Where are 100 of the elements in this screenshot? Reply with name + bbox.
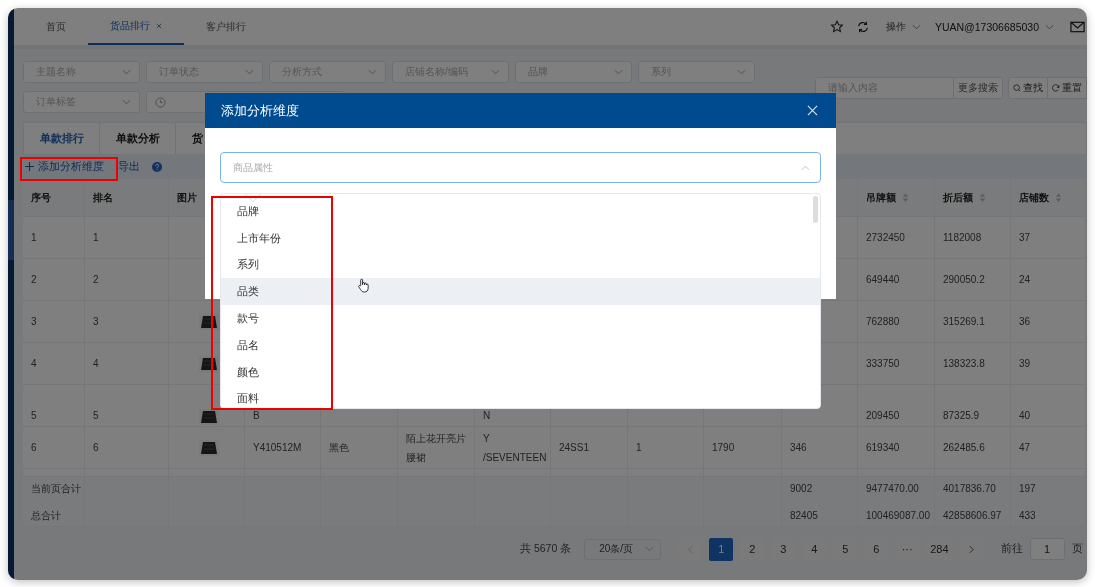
total-cell-text: 197: [1019, 481, 1036, 496]
table-cell: 1: [85, 217, 169, 259]
total-cell-text: 总合计: [31, 508, 61, 523]
table-cell: 4: [23, 343, 85, 385]
column-header: 吊牌额: [866, 191, 896, 205]
table-cell: Y410512M: [245, 427, 321, 469]
sort-icon[interactable]: [979, 192, 986, 203]
add-dimension-button[interactable]: 添加分析维度: [23, 159, 106, 174]
table-cell: 3: [23, 301, 85, 343]
reset-button[interactable]: 重置: [1048, 77, 1087, 99]
help-icon[interactable]: [152, 161, 162, 172]
table-cell: 346: [782, 427, 858, 469]
dropdown-option[interactable]: 品名: [221, 332, 820, 359]
caret-icon: [368, 69, 377, 75]
table-cell: 5: [85, 385, 169, 427]
star-icon[interactable]: [829, 19, 844, 34]
table-cell: 138323.8: [935, 343, 1011, 385]
caret-icon: [645, 546, 655, 552]
table-cell: 47: [1011, 427, 1086, 469]
more-search-button[interactable]: 更多搜索: [954, 77, 1003, 99]
user-menu[interactable]: YUAN@17306685030: [934, 20, 1039, 33]
total-cell-text: 当前页合计: [31, 481, 81, 496]
table-cell: 1: [23, 217, 85, 259]
column-header: 折后额: [943, 191, 973, 205]
attribute-select[interactable]: 商品属性: [220, 152, 821, 183]
table-cell: 2: [85, 259, 169, 301]
dropdown-option[interactable]: 品牌: [221, 198, 820, 225]
clock-icon: [155, 96, 166, 108]
table-cell: 黑色: [321, 427, 398, 469]
table-cell: 315269.1: [935, 301, 1011, 343]
table-cell: 24: [1011, 259, 1086, 301]
caret-icon: [614, 69, 623, 75]
table-cell: 2732450: [858, 217, 935, 259]
dropdown-option[interactable]: 品类: [221, 278, 820, 306]
table-cell: 36: [1011, 301, 1086, 343]
dropdown-option[interactable]: 款号: [221, 305, 820, 332]
actions-menu[interactable]: 操作: [885, 19, 906, 34]
caret-icon: [801, 164, 810, 171]
total-cell-text: 433: [1019, 508, 1036, 523]
hand-cursor-icon: [357, 278, 370, 293]
page-button[interactable]: 1: [709, 537, 734, 561]
caret-icon: [122, 69, 131, 75]
caret-icon: [911, 23, 921, 30]
chevron-right-icon: [969, 544, 975, 554]
total-cell-text: 9477470.00: [866, 481, 919, 496]
table-cell: 262485.6: [935, 427, 1011, 469]
table-cell: 290050.2: [935, 259, 1011, 301]
table-cell: 2: [23, 259, 85, 301]
table-cell: 5: [23, 385, 85, 427]
table-cell: 1: [628, 427, 704, 469]
table-cell: 762880: [858, 301, 935, 343]
table-cell: 4: [85, 343, 169, 385]
column-header: 图片: [177, 191, 197, 205]
table-cell: 24SS1: [551, 427, 628, 469]
page-tab[interactable]: 客户排行: [184, 8, 268, 45]
table-cell: 649440: [858, 259, 935, 301]
export-button[interactable]: 导出: [116, 159, 142, 174]
caret-icon: [491, 69, 500, 75]
total-cell-text: 9002: [790, 481, 813, 496]
search-icon: [1013, 84, 1021, 92]
table-cell: 333750: [858, 343, 935, 385]
table-cell: 陌上花开亮片腰裙: [398, 427, 475, 469]
mail-icon[interactable]: [1070, 20, 1085, 33]
table-cell: 39: [1011, 343, 1086, 385]
table-cell: 87325.9: [935, 385, 1011, 427]
dropdown-option[interactable]: 上市年份: [221, 224, 820, 252]
page-size-select[interactable]: 20条/页: [584, 538, 662, 560]
sort-icon[interactable]: [1055, 192, 1062, 203]
caret-icon: [122, 99, 131, 105]
caret-icon: [737, 69, 746, 75]
table-cell: Y /SEVENTEEN: [475, 427, 551, 469]
refresh-icon[interactable]: [855, 19, 870, 34]
table-cell: 1790: [704, 427, 782, 469]
search-button[interactable]: 查找: [1008, 77, 1048, 99]
table-cell: 6: [23, 427, 85, 469]
column-header: 序号: [31, 191, 51, 205]
page-tab[interactable]: 货品排行: [88, 8, 184, 45]
goto-label: 前往: [1000, 542, 1023, 556]
table-cell: 37: [1011, 217, 1086, 259]
total-cell-text: 100469087.00: [866, 508, 930, 523]
total-count: 共 5670 条: [520, 542, 572, 556]
caret-icon: [1045, 23, 1054, 30]
sort-icon[interactable]: [902, 192, 909, 203]
total-cell-text: 4017836.70: [943, 481, 996, 496]
page-unit-label: 页: [1071, 542, 1083, 556]
dropdown-option[interactable]: 颜色: [221, 358, 820, 386]
column-header: 店铺数: [1019, 191, 1049, 205]
column-header: 排名: [93, 191, 113, 205]
total-cell-text: 82405: [790, 508, 818, 523]
scrollbar-thumb[interactable]: [813, 196, 818, 223]
page-tab[interactable]: 首页: [24, 8, 88, 45]
dialog-title: 添加分析维度: [221, 101, 299, 120]
table-cell: 6: [85, 427, 169, 469]
dropdown-option[interactable]: 系列: [221, 251, 820, 279]
table-cell: 209450: [858, 385, 935, 427]
table-cell: 40: [1011, 385, 1086, 427]
total-cell-text: 42858606.97: [943, 508, 1002, 523]
page-input[interactable]: 1: [1029, 538, 1065, 560]
plus-icon: [25, 162, 34, 171]
table-cell: 1182008: [935, 217, 1011, 259]
